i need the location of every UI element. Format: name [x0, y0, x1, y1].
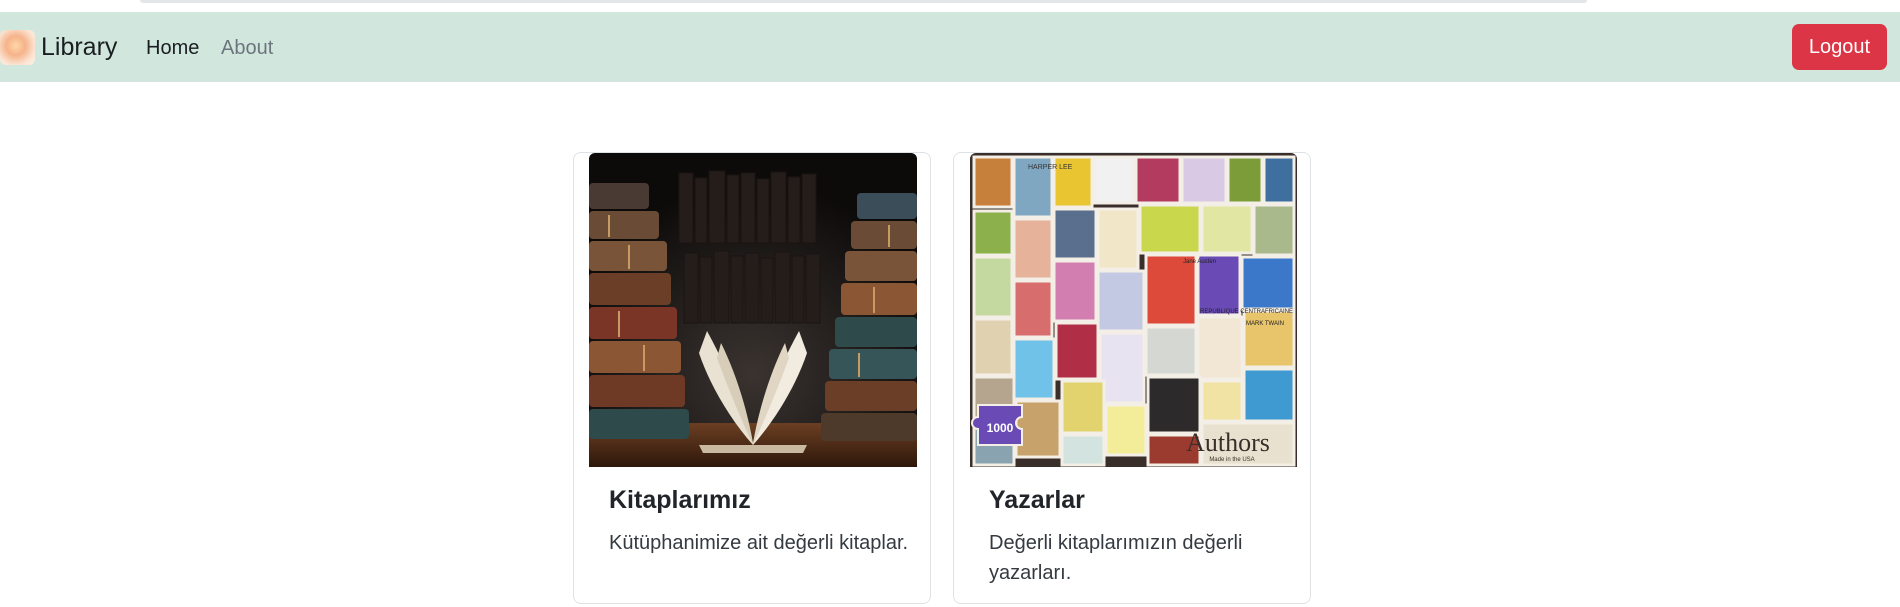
card-title: Yazarlar — [989, 486, 1085, 514]
brand-title[interactable]: Library — [41, 32, 117, 62]
card-authors[interactable]: 1000 HARPER LEE Jane Austen REPUBLIQUE C… — [953, 152, 1311, 604]
logout-button[interactable]: Logout — [1792, 24, 1887, 70]
card-books[interactable]: Kitaplarımız Kütüphanimize ait değerli k… — [573, 152, 931, 604]
nav-link-home[interactable]: Home — [146, 36, 199, 60]
brand-logo-icon[interactable] — [0, 30, 35, 65]
stamp-label-mark-twain: MARK TWAIN — [1246, 321, 1284, 327]
card-title: Kitaplarımız — [609, 486, 751, 514]
stamp-label-republique: REPUBLIQUE CENTRAFRICAINE — [1200, 309, 1293, 315]
puzzle-badge-text: 1000 — [987, 421, 1014, 435]
old-books-icon — [589, 153, 917, 467]
navbar: Library Home About Logout — [0, 12, 1900, 82]
nav-link-about[interactable]: About — [221, 36, 273, 60]
card-text: Kütüphanimize ait değerli kitaplar. — [609, 532, 909, 554]
card-text: Değerli kitaplarımızın değerli yazarları… — [989, 532, 1243, 584]
scroll-shadow — [140, 0, 1587, 3]
stamp-label-jane-austen: Jane Austen — [1183, 259, 1216, 265]
author-stamps-icon: 1000 HARPER LEE Jane Austen REPUBLIQUE C… — [970, 153, 1297, 467]
authors-caption-sub: Made in the USA — [1209, 457, 1254, 463]
stamp-label-harper-lee: HARPER LEE — [1028, 164, 1073, 171]
authors-caption: Authors — [1186, 428, 1270, 457]
browser-top-strip — [0, 0, 1900, 12]
